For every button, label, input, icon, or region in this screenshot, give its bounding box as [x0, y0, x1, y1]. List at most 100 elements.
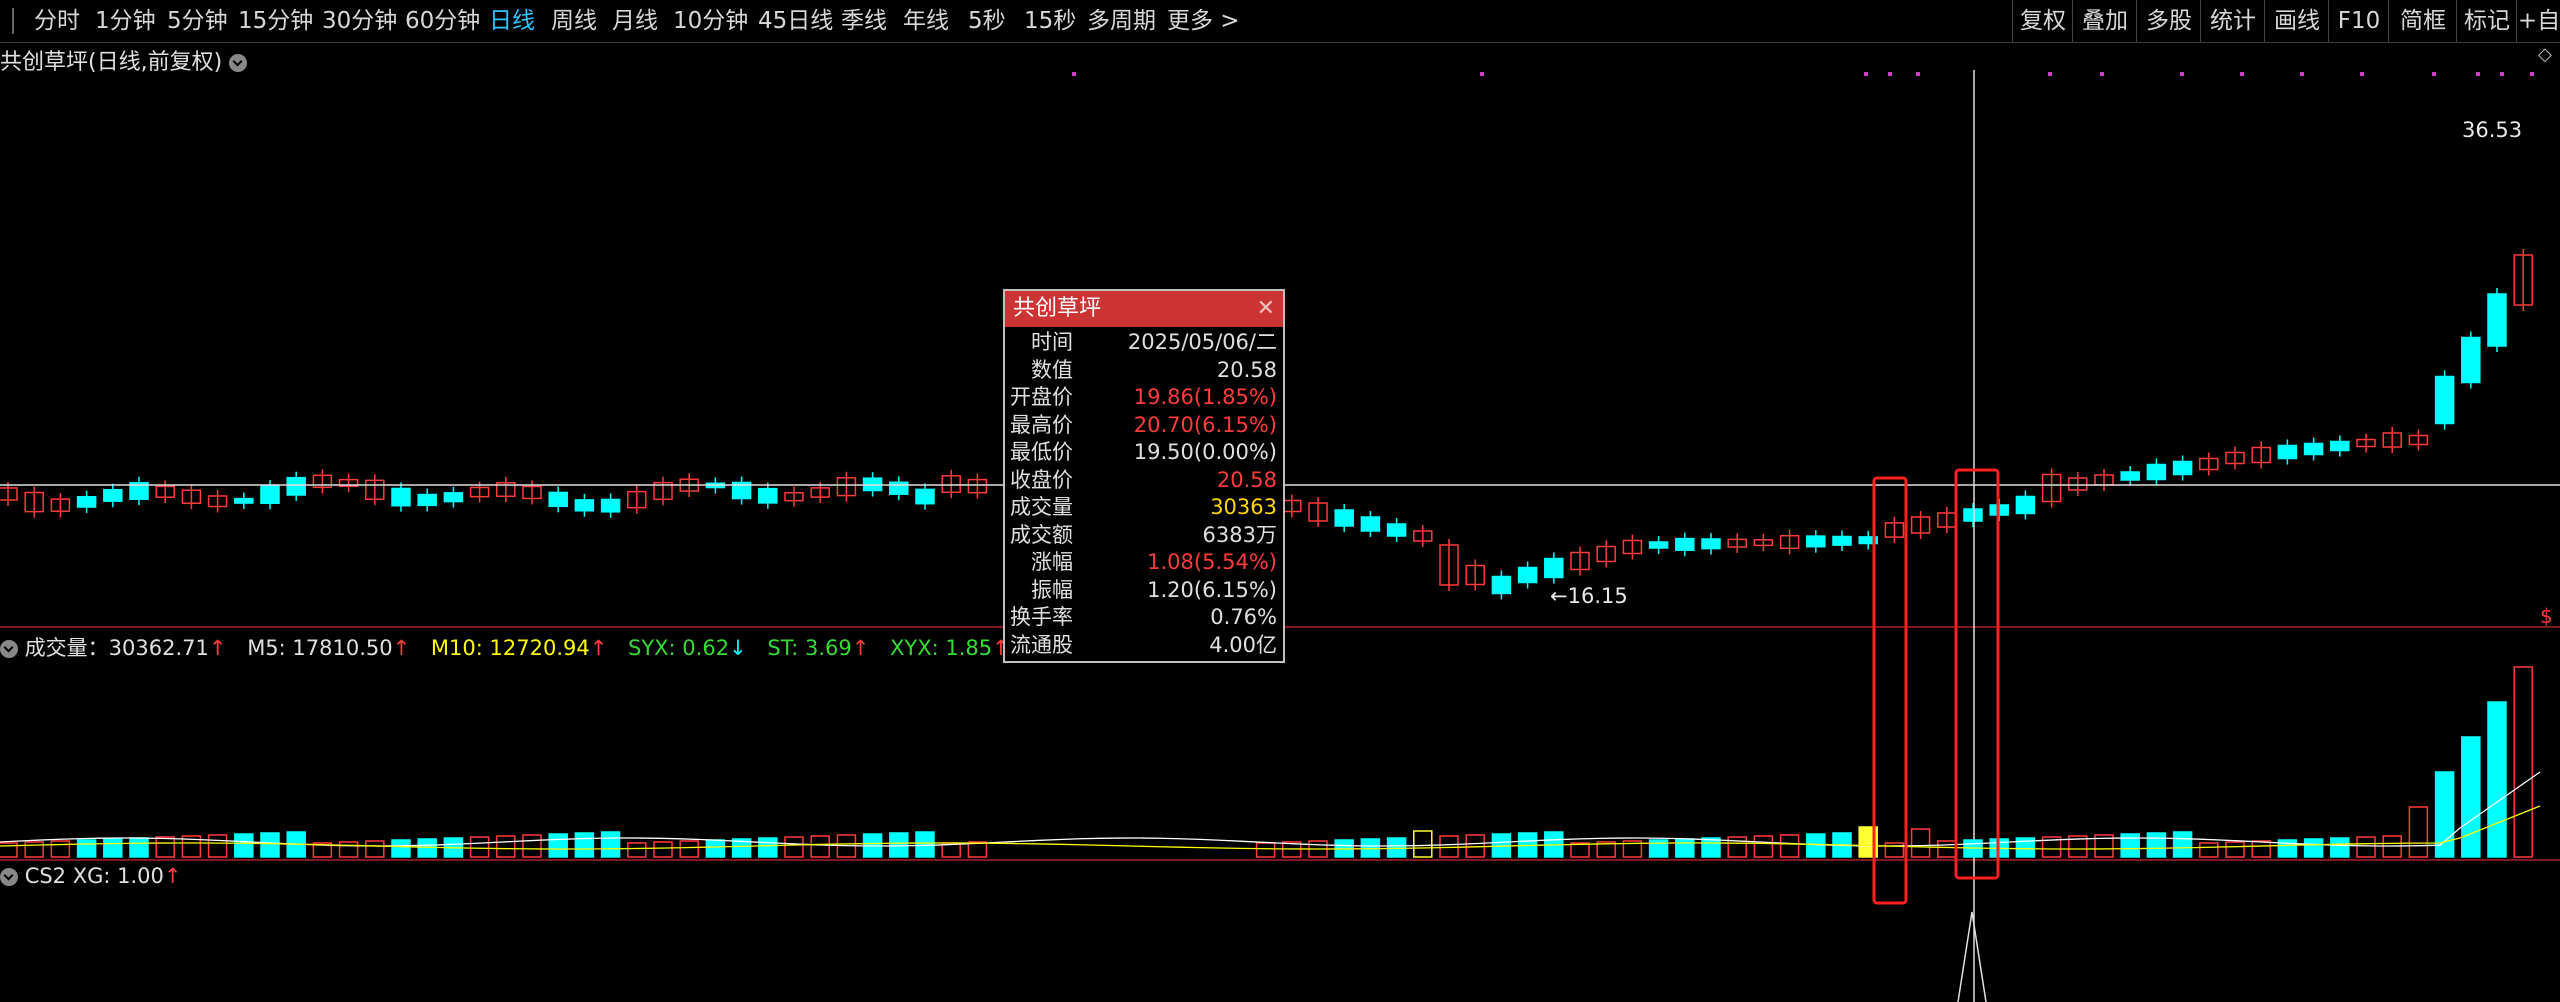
tooltip-value: 6383万 [1202, 522, 1277, 547]
candle-body [260, 485, 280, 504]
cs2-spike [1957, 911, 1987, 1002]
candle-body [2277, 444, 2298, 460]
signal-dot [2476, 72, 2480, 76]
candle-body [2146, 463, 2167, 481]
volume-bar [1570, 842, 1590, 858]
tooltip-row: 成交额 6383万 [1005, 522, 1283, 547]
tooltip-row: 振幅 1.20(6.15%) [1005, 577, 1283, 602]
volume-bar [915, 831, 935, 858]
tooltip-value: 2025/05/06/二 [1127, 330, 1277, 354]
volume-header: 成交量：30362.71↑ M5: 17810.50↑ M10: 12720.9… [0, 632, 1010, 662]
tooltip-key: 涨幅 [1031, 550, 1073, 574]
cs2-value: CS2 XG: 1.00 [24, 864, 164, 888]
volume-bar [1465, 834, 1485, 858]
volume-bar [2356, 836, 2376, 858]
volume-bar [2513, 666, 2533, 858]
diamond-icon[interactable]: ◇ [2538, 44, 2552, 65]
volume-bar [365, 840, 385, 858]
tooltip-value: 0.76% [1210, 605, 1277, 629]
signal-dot [2100, 72, 2104, 76]
m5-value: M5: 17810.50 [247, 636, 393, 660]
tooltip-key: 最低价 [1010, 440, 1073, 464]
chart-title-row: 共创草坪(日线,前复权) [0, 44, 248, 76]
tooltip-row: 涨幅 1.08(5.54%) [1005, 549, 1283, 574]
candle-body [234, 497, 254, 504]
cs2-settings-circle-icon[interactable] [0, 868, 18, 886]
candle-body [1360, 516, 1381, 532]
volume-bar [391, 839, 411, 858]
tooltip-row: 最高价 20.70(6.15%) [1005, 412, 1283, 437]
dropdown-circle-icon[interactable] [229, 54, 248, 72]
up-arrow-icon: ↑ [589, 636, 608, 660]
dollar-marker-icon: $ [2540, 604, 2553, 628]
candle-body [915, 488, 935, 505]
candle-body [1491, 575, 1512, 595]
volume-settings-circle-icon[interactable] [0, 640, 18, 658]
candle-body [1517, 566, 1538, 584]
signal-dot [2300, 72, 2304, 76]
volume-bar [1937, 840, 1957, 858]
tooltip-value: 20.58 [1216, 467, 1277, 492]
volume-bar [1413, 830, 1433, 858]
candle-body [1648, 541, 1669, 549]
volume-bar [50, 840, 71, 858]
volume-bar [889, 832, 909, 858]
volume-bar [2330, 837, 2350, 858]
st-value: ST: 3.69 [767, 636, 852, 660]
signal-dot [1888, 72, 1892, 76]
candle-body [443, 492, 464, 503]
candle-body [2434, 375, 2455, 425]
volume-bar [1386, 837, 1407, 858]
low-price-value: 16.15 [1567, 584, 1628, 608]
cs2-header: CS2 XG: 1.00↑ [0, 864, 182, 888]
candle-body [286, 476, 306, 496]
volume-bar [207, 834, 228, 858]
candle-body [2015, 495, 2036, 515]
volume-bar [1255, 842, 1276, 858]
data-tooltip-window[interactable]: 共创草坪 ✕ 时间 2025/05/06/二 数值 20.58 开盘价 19.86(1.8… [1003, 289, 1285, 663]
close-icon[interactable]: ✕ [1257, 291, 1275, 327]
tooltip-key: 成交量 [1010, 495, 1073, 519]
candle-body [391, 487, 411, 507]
signal-dot [1480, 72, 1484, 76]
signal-dot [1072, 72, 1076, 76]
highlight-box [1872, 476, 1908, 905]
tooltip-row: 时间 2025/05/06/二 [1005, 329, 1283, 354]
candle-body [2487, 293, 2507, 347]
highlight-box [1954, 468, 2000, 880]
volume-bar [496, 835, 516, 858]
volume-bar [1779, 834, 1800, 858]
candle-body [1963, 508, 1983, 522]
volume-bar [1806, 833, 1826, 858]
volume-bar [810, 835, 830, 858]
tooltip-value: 4.00亿 [1209, 632, 1277, 657]
candle-body [1544, 557, 1564, 579]
tooltip-value: 1.20(6.15%) [1147, 577, 1277, 602]
volume-bar [758, 837, 778, 858]
volume-bar [1701, 837, 1721, 858]
volume-bar [2199, 842, 2219, 858]
tooltip-title: 共创草坪 [1005, 291, 1283, 327]
volume-bar [1910, 828, 1931, 858]
volume-bar [784, 836, 804, 858]
candle-body [600, 498, 621, 513]
volume-bar [705, 839, 726, 858]
volume-bar [1884, 842, 1905, 858]
candle-body [2461, 336, 2481, 384]
candle-body [103, 488, 123, 502]
tooltip-key: 开盘价 [1010, 385, 1073, 409]
tooltip-value: 30363 [1210, 495, 1277, 519]
signal-dot [2180, 72, 2184, 76]
volume-value: 成交量：30362.71 [24, 636, 209, 660]
volume-bar [234, 833, 254, 858]
tooltip-row: 收盘价 20.58 [1005, 467, 1283, 492]
tooltip-value: 20.70(6.15%) [1133, 412, 1277, 437]
tooltip-value: 19.86(1.85%) [1133, 385, 1277, 409]
volume-bar [76, 839, 97, 858]
volume-bar [574, 832, 595, 858]
tooltip-row: 最低价 19.50(0.00%) [1005, 439, 1283, 464]
volume-bar [103, 838, 123, 858]
candle-body [1334, 509, 1354, 527]
signal-dot [2360, 72, 2364, 76]
volume-bar [2303, 838, 2324, 858]
